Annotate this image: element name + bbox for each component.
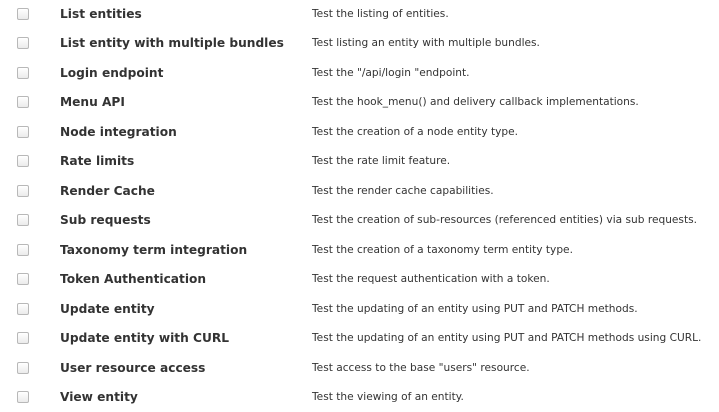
test-description: Test the listing of entities. (312, 8, 719, 20)
test-row: Update entity with CURL Test the updatin… (0, 324, 719, 354)
checkbox-cell (0, 391, 60, 403)
test-description: Test the updating of an entity using PUT… (312, 332, 719, 344)
checkbox-cell (0, 185, 60, 197)
test-description: Test the render cache capabilities. (312, 185, 719, 197)
test-row: List entities Test the listing of entiti… (0, 0, 719, 29)
checkbox-cell (0, 303, 60, 315)
test-checkbox[interactable] (17, 303, 29, 315)
test-row: Menu API Test the hook_menu() and delive… (0, 88, 719, 118)
test-row: Node integration Test the creation of a … (0, 117, 719, 147)
test-checkbox[interactable] (17, 214, 29, 226)
test-name: Sub requests (60, 213, 312, 227)
test-row: Login endpoint Test the "/api/login "end… (0, 58, 719, 88)
test-checkbox[interactable] (17, 332, 29, 344)
test-name: List entity with multiple bundles (60, 36, 312, 50)
test-description: Test the viewing of an entity. (312, 391, 719, 403)
test-description: Test the rate limit feature. (312, 155, 719, 167)
checkbox-cell (0, 332, 60, 344)
test-checkbox[interactable] (17, 244, 29, 256)
test-checkbox[interactable] (17, 96, 29, 108)
test-list: List entities Test the listing of entiti… (0, 0, 719, 408)
test-description: Test the hook_menu() and delivery callba… (312, 96, 719, 108)
test-description: Test the creation of a node entity type. (312, 126, 719, 138)
test-name: Menu API (60, 95, 312, 109)
test-row: Render Cache Test the render cache capab… (0, 176, 719, 206)
test-checkbox[interactable] (17, 8, 29, 20)
test-name: Login endpoint (60, 66, 312, 80)
checkbox-cell (0, 67, 60, 79)
test-row: List entity with multiple bundles Test l… (0, 29, 719, 59)
test-description: Test listing an entity with multiple bun… (312, 37, 719, 49)
test-name: Taxonomy term integration (60, 243, 312, 257)
checkbox-cell (0, 37, 60, 49)
checkbox-cell (0, 214, 60, 226)
test-name: Update entity (60, 302, 312, 316)
checkbox-cell (0, 155, 60, 167)
test-name: List entities (60, 7, 312, 21)
test-row: User resource access Test access to the … (0, 353, 719, 383)
checkbox-cell (0, 8, 60, 20)
test-name: User resource access (60, 361, 312, 375)
checkbox-cell (0, 126, 60, 138)
test-name: Node integration (60, 125, 312, 139)
test-checkbox[interactable] (17, 273, 29, 285)
checkbox-cell (0, 362, 60, 374)
test-checkbox[interactable] (17, 37, 29, 49)
test-row: Taxonomy term integration Test the creat… (0, 235, 719, 265)
checkbox-cell (0, 96, 60, 108)
test-checkbox[interactable] (17, 362, 29, 374)
test-checkbox[interactable] (17, 391, 29, 403)
test-description: Test the request authentication with a t… (312, 273, 719, 285)
test-checkbox[interactable] (17, 126, 29, 138)
test-name: View entity (60, 390, 312, 404)
test-checkbox[interactable] (17, 155, 29, 167)
test-description: Test the creation of sub-resources (refe… (312, 214, 719, 226)
test-row: Sub requests Test the creation of sub-re… (0, 206, 719, 236)
test-name: Rate limits (60, 154, 312, 168)
test-row: Rate limits Test the rate limit feature. (0, 147, 719, 177)
test-description: Test the creation of a taxonomy term ent… (312, 244, 719, 256)
test-checkbox[interactable] (17, 67, 29, 79)
test-checkbox[interactable] (17, 185, 29, 197)
test-description: Test the updating of an entity using PUT… (312, 303, 719, 315)
test-description: Test access to the base "users" resource… (312, 362, 719, 374)
test-name: Render Cache (60, 184, 312, 198)
checkbox-cell (0, 273, 60, 285)
test-name: Token Authentication (60, 272, 312, 286)
test-row: Update entity Test the updating of an en… (0, 294, 719, 324)
test-name: Update entity with CURL (60, 331, 312, 345)
test-row: Token Authentication Test the request au… (0, 265, 719, 295)
checkbox-cell (0, 244, 60, 256)
test-description: Test the "/api/login "endpoint. (312, 67, 719, 79)
